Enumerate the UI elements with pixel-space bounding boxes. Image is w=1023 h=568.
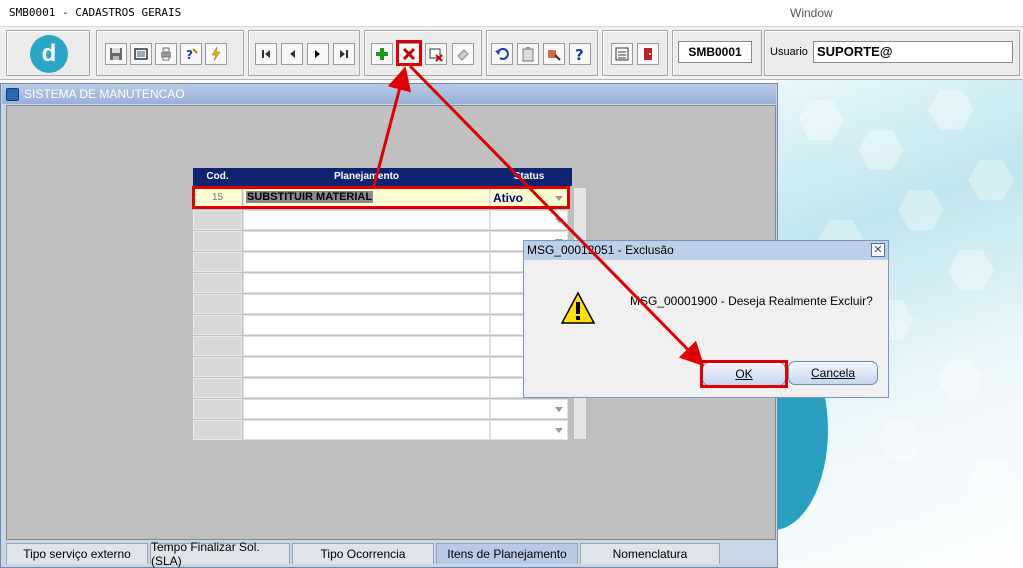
cell-cod[interactable]: [193, 294, 242, 314]
table-row[interactable]: [193, 315, 568, 335]
tab-tipo-ocorrencia[interactable]: Tipo Ocorrencia: [292, 543, 434, 564]
window-title: SISTEMA DE MANUTENCAO: [2, 84, 776, 104]
cell-cod[interactable]: [193, 378, 242, 398]
table-row[interactable]: [193, 378, 568, 398]
cell-cod[interactable]: [193, 336, 242, 356]
cell-planejamento[interactable]: [243, 378, 490, 398]
floppy-icon[interactable]: [105, 43, 127, 65]
cell-cod[interactable]: [193, 315, 242, 335]
first-record-icon[interactable]: [255, 43, 277, 65]
cell-cod[interactable]: [193, 273, 242, 293]
clipboard-icon[interactable]: [517, 43, 539, 65]
tools-icon[interactable]: [543, 43, 565, 65]
tab-tempo-finalizar-sla[interactable]: Tempo Finalizar Sol. (SLA): [150, 540, 290, 568]
cell-planejamento[interactable]: [243, 357, 490, 377]
window-icon[interactable]: [130, 43, 152, 65]
cell-cod[interactable]: [193, 210, 242, 230]
chevron-down-icon[interactable]: [555, 218, 563, 223]
tab-bar: Tipo serviço externo Tempo Finalizar Sol…: [6, 540, 776, 568]
close-icon[interactable]: ✕: [871, 243, 885, 257]
table-row[interactable]: [193, 294, 568, 314]
table-row[interactable]: [193, 210, 568, 230]
menu-icon[interactable]: [611, 43, 633, 65]
record-group: [364, 30, 482, 76]
dialog-message: MSG_00001900 - Deseja Realmente Excluir?: [630, 294, 873, 308]
cell-cod[interactable]: [193, 357, 242, 377]
cell-planejamento[interactable]: [243, 336, 490, 356]
table-row[interactable]: [193, 399, 568, 419]
lightning-icon[interactable]: [205, 43, 227, 65]
file-group: ?: [96, 30, 244, 76]
table-row[interactable]: [193, 420, 568, 440]
cell-cod[interactable]: [193, 231, 242, 251]
query-icon[interactable]: ?: [180, 43, 202, 65]
window-menu[interactable]: Window: [790, 6, 833, 20]
undo-icon[interactable]: [491, 43, 513, 65]
annotation-box-delete: [396, 40, 422, 66]
window-icon-small: [6, 88, 19, 101]
chevron-down-icon[interactable]: [555, 407, 563, 412]
annotation-box-ok: [700, 360, 788, 388]
edit-group: ?: [486, 30, 598, 76]
grid-header: Cod. Planejamento Status: [193, 168, 572, 186]
cell-planejamento[interactable]: [243, 252, 490, 272]
previous-record-icon[interactable]: [281, 43, 303, 65]
table-row[interactable]: [193, 231, 568, 251]
menu-group: [602, 30, 668, 76]
table-row[interactable]: [193, 252, 568, 272]
cell-planejamento[interactable]: [243, 210, 490, 230]
cell-planejamento[interactable]: [243, 315, 490, 335]
duplicate-icon[interactable]: [425, 43, 447, 65]
form-code-field: SMB0001: [678, 41, 752, 63]
last-record-icon[interactable]: [333, 43, 355, 65]
cell-status[interactable]: [490, 210, 568, 230]
table-row[interactable]: [193, 336, 568, 356]
tab-itens-de-planejamento[interactable]: Itens de Planejamento: [436, 543, 578, 564]
cell-planejamento[interactable]: [243, 420, 490, 440]
cell-cod[interactable]: [193, 252, 242, 272]
tab-nomenclatura[interactable]: Nomenclatura: [580, 543, 720, 564]
logo-icon: d: [30, 35, 68, 73]
chevron-down-icon[interactable]: [555, 428, 563, 433]
column-header-planejamento: Planejamento: [333, 171, 400, 182]
cell-planejamento[interactable]: [243, 399, 490, 419]
eraser-icon[interactable]: [452, 43, 474, 65]
dialog-title: MSG_00012051 - Exclusão: [524, 241, 888, 260]
next-record-icon[interactable]: [307, 43, 329, 65]
cancel-button[interactable]: Cancela: [788, 361, 878, 385]
app-title: SMB0001 - CADASTROS GERAIS: [9, 6, 182, 19]
svg-text:?: ?: [575, 46, 584, 62]
warning-icon: [560, 291, 596, 324]
cell-planejamento[interactable]: [243, 231, 490, 251]
tab-tipo-servico-externo[interactable]: Tipo serviço externo: [6, 543, 148, 564]
exit-door-icon[interactable]: [637, 43, 659, 65]
cell-status[interactable]: [490, 399, 568, 419]
plus-icon[interactable]: [371, 43, 393, 65]
column-header-status: Status: [513, 171, 545, 182]
user-field[interactable]: SUPORTE@: [813, 41, 1013, 63]
column-header-cod: Cod.: [206, 171, 229, 182]
cell-status[interactable]: [490, 420, 568, 440]
cell-cod[interactable]: [193, 399, 242, 419]
help-icon[interactable]: ?: [569, 43, 591, 65]
svg-text:?: ?: [186, 48, 193, 62]
cell-planejamento[interactable]: [243, 294, 490, 314]
annotation-box-row: [192, 186, 570, 209]
cell-planejamento[interactable]: [243, 273, 490, 293]
table-row[interactable]: [193, 357, 568, 377]
printer-icon[interactable]: [155, 43, 177, 65]
user-label: Usuario: [770, 46, 808, 58]
navigation-group: [248, 30, 360, 76]
table-row[interactable]: [193, 273, 568, 293]
cell-cod[interactable]: [193, 420, 242, 440]
